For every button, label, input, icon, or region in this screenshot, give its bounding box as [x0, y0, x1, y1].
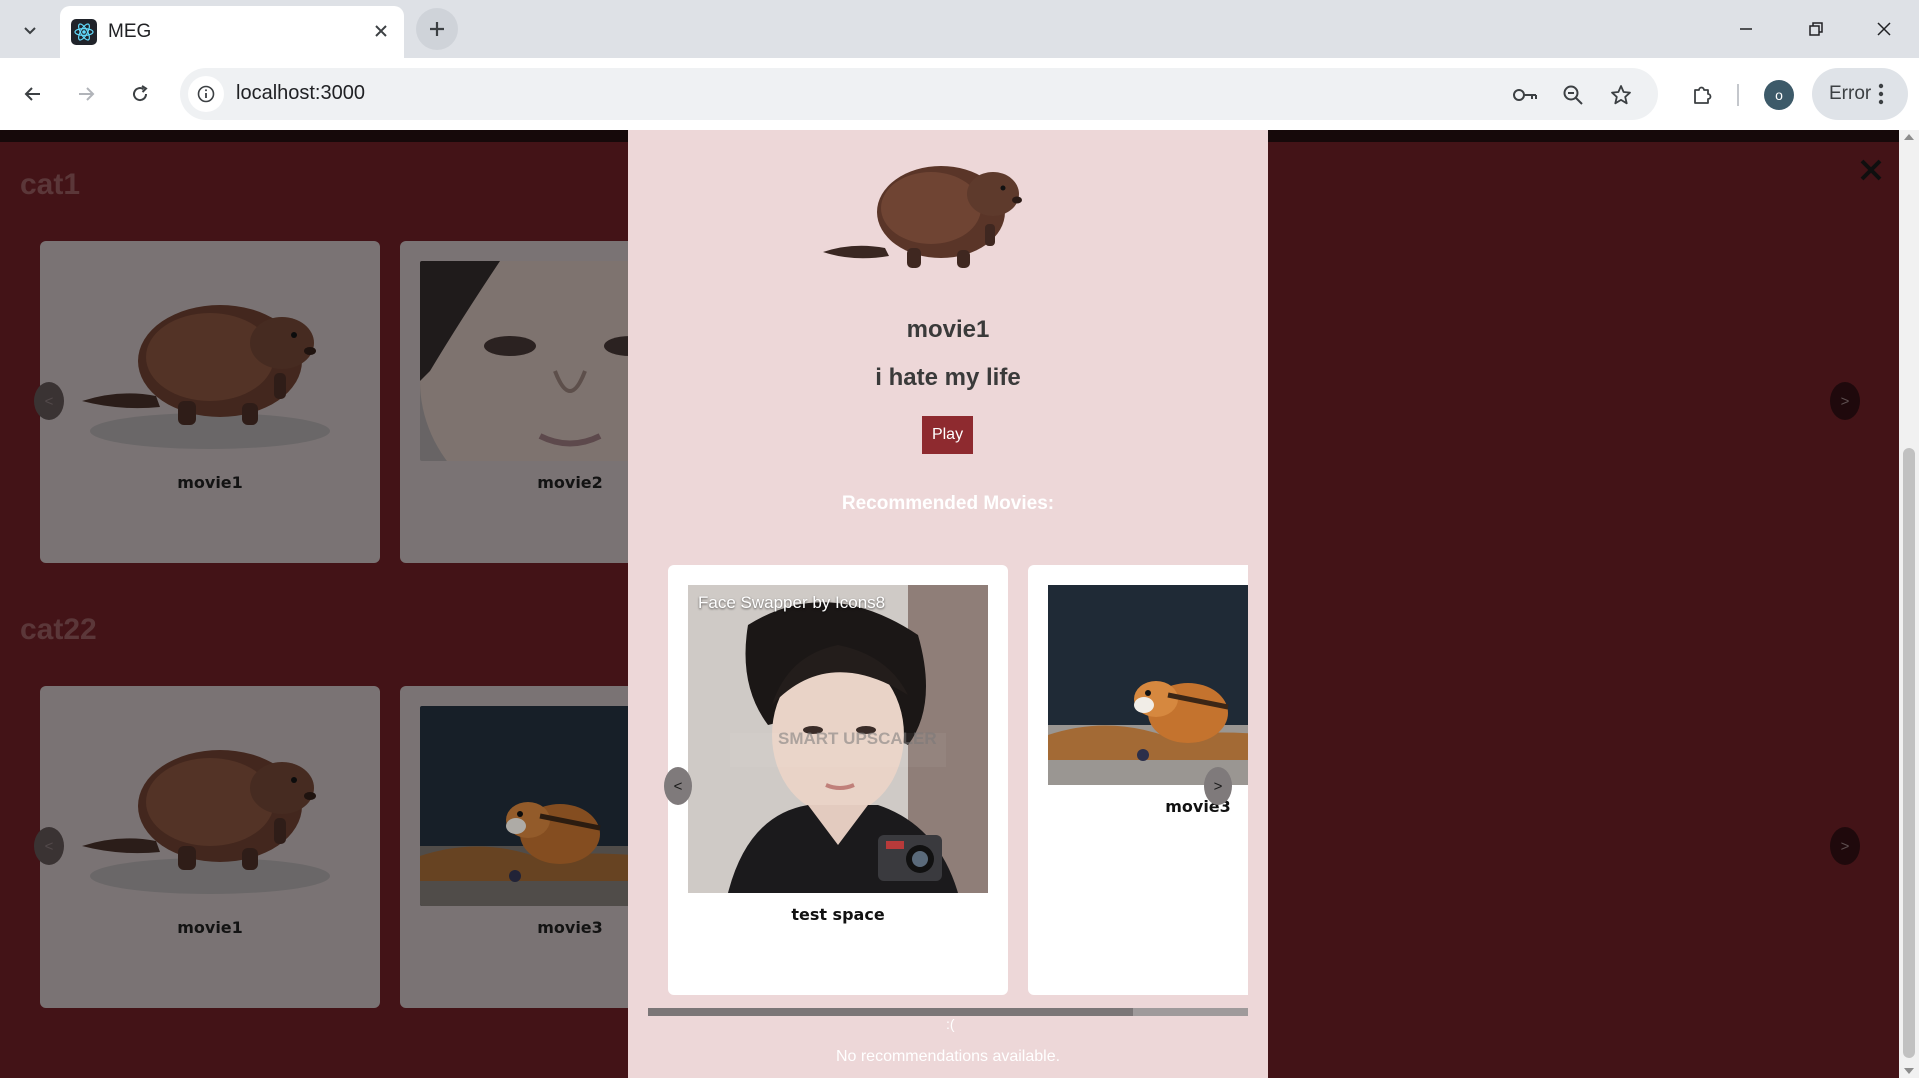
movie-title: test space	[791, 905, 885, 924]
close-icon	[1860, 159, 1882, 181]
error-label: Error	[1829, 83, 1872, 104]
profile-avatar[interactable]: o	[1764, 80, 1794, 110]
toolbar-divider	[1737, 84, 1739, 106]
forward-button[interactable]	[66, 74, 106, 114]
bookmark-star-icon[interactable]	[1606, 80, 1636, 110]
play-button[interactable]: Play	[922, 416, 973, 454]
back-button[interactable]	[13, 74, 53, 114]
address-bar[interactable]: localhost:3000	[180, 68, 1658, 120]
scroll-up-icon[interactable]	[1904, 134, 1914, 140]
minimize-button[interactable]	[1716, 8, 1776, 50]
restore-button[interactable]	[1786, 8, 1846, 50]
recommended-heading: Recommended Movies:	[841, 493, 1055, 514]
back-arrow-icon	[24, 87, 40, 101]
reload-icon	[133, 85, 148, 102]
browser-tab[interactable]: MEG	[60, 6, 404, 58]
error-menu-button[interactable]: Error	[1812, 68, 1908, 120]
modal-movie-title: movie1	[906, 316, 990, 343]
page-scrollbar[interactable]	[1899, 130, 1919, 1078]
scrollbar-thumb[interactable]	[1903, 448, 1915, 1058]
zoom-icon[interactable]	[1558, 80, 1588, 110]
forward-arrow-icon	[79, 87, 95, 101]
kebab-menu-icon	[1878, 83, 1884, 105]
reload-button[interactable]	[120, 74, 160, 114]
recommendations-prev-button[interactable]: <	[664, 767, 692, 805]
minimize-icon	[1740, 28, 1752, 30]
tab-title: MEG	[108, 21, 152, 42]
scroll-down-icon[interactable]	[1904, 1068, 1914, 1074]
new-tab-button[interactable]	[416, 8, 458, 50]
watermark-text: SMART UPSCALER	[778, 729, 937, 748]
password-key-icon[interactable]	[1510, 80, 1540, 110]
movie-poster	[1048, 585, 1248, 785]
tab-strip: MEG	[0, 0, 1919, 58]
movie-poster: Face Swapper by Icons8 SMART UPSCALER	[688, 585, 988, 893]
plus-icon	[430, 22, 444, 36]
tab-search-button[interactable]	[14, 14, 46, 46]
recommendation-card[interactable]: Face Swapper by Icons8 SMART UPSCALER te…	[668, 565, 1008, 995]
browser-toolbar: localhost:3000 o Error	[0, 58, 1919, 130]
site-info-icon[interactable]	[188, 76, 224, 112]
puzzle-icon	[1694, 86, 1712, 104]
recommendations-scrollbar[interactable]	[648, 1008, 1248, 1016]
close-icon	[1877, 22, 1891, 36]
restore-icon	[1809, 22, 1823, 36]
recommendations-next-button[interactable]: >	[1204, 767, 1232, 805]
scrollbar-thumb[interactable]	[648, 1008, 1133, 1016]
movie-detail-modal: movie1 i hate my life Play Recommended M…	[628, 130, 1268, 1078]
close-modal-button[interactable]	[1857, 156, 1885, 184]
empty-state-emoticon: :(	[946, 1016, 955, 1032]
image-caption: Face Swapper by Icons8	[698, 593, 886, 612]
extensions-button[interactable]	[1682, 74, 1722, 114]
empty-state-message: No recommendations available.	[835, 1048, 1061, 1065]
url-text: localhost:3000	[236, 82, 365, 104]
close-tab-icon[interactable]	[368, 18, 394, 44]
recommendations-carousel[interactable]: Face Swapper by Icons8 SMART UPSCALER te…	[648, 555, 1248, 1005]
page-viewport: cat1 movie1 movie2 < > cat22 movie1 movi…	[0, 130, 1899, 1078]
modal-movie-description: i hate my life	[875, 364, 1021, 391]
chevron-down-icon	[24, 27, 36, 35]
window-close-button[interactable]	[1854, 8, 1914, 50]
movie-hero-image	[823, 130, 1053, 275]
react-icon	[71, 19, 97, 45]
